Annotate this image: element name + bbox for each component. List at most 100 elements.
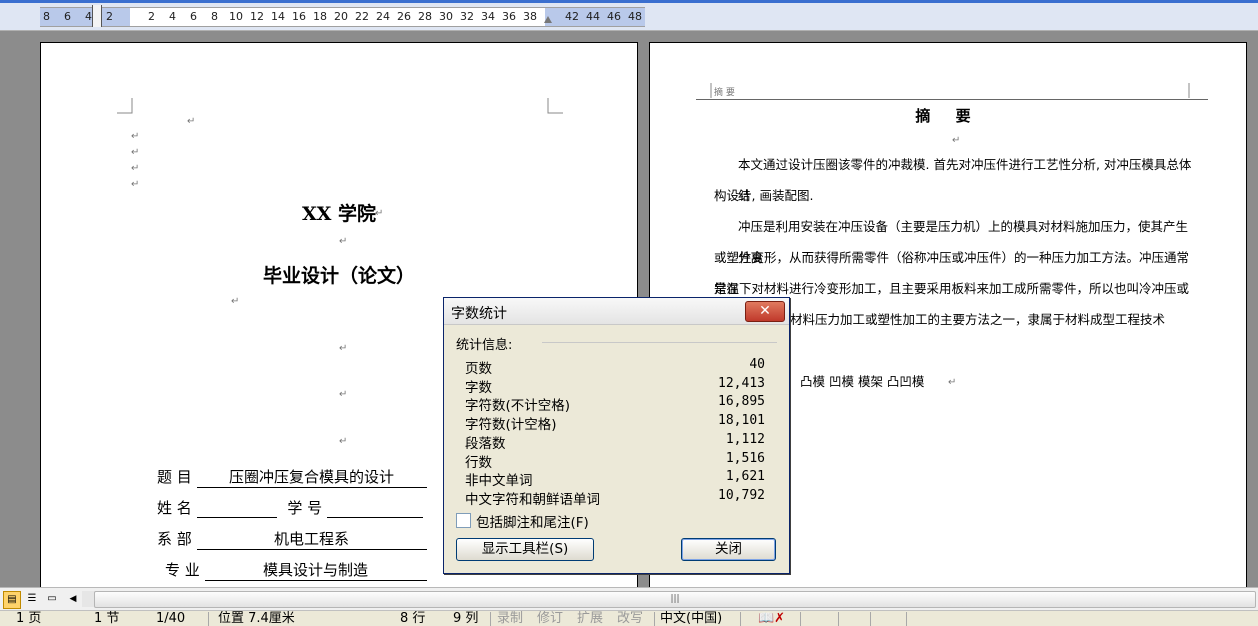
status-record[interactable]: 录制 xyxy=(497,611,523,626)
stat-row: 段落数 1,112 xyxy=(465,432,765,452)
paragraph-mark: ↵ xyxy=(952,135,961,146)
status-page-of[interactable]: 1/40 xyxy=(156,611,185,626)
ruler-tick-label: 22 xyxy=(355,10,369,23)
ruler-tick-label: 2 xyxy=(148,10,155,23)
stat-value: 16,895 xyxy=(718,394,765,409)
paragraph-mark: ↵ xyxy=(339,343,348,354)
ruler-tick-label: 42 xyxy=(565,10,579,23)
stat-label: 字符数(计空格) xyxy=(465,417,557,433)
close-button[interactable]: 关闭 xyxy=(681,538,776,561)
student-id-value xyxy=(326,499,423,518)
word-count-dialog[interactable]: 字数统计 ✕ 统计信息: 页数 40 字数 12,413 字符数(不计空格) 1… xyxy=(443,297,790,574)
stat-row: 字符数(不计空格) 16,895 xyxy=(465,394,765,414)
stat-label: 行数 xyxy=(465,455,492,471)
horizontal-ruler[interactable]: 8 6 4 2 2 4 6 8 10 12 14 16 18 20 22 24 … xyxy=(0,0,1258,31)
dialog-title: 字数统计 xyxy=(451,306,507,322)
ruler-tick-label: 14 xyxy=(271,10,285,23)
dialog-titlebar[interactable]: 字数统计 ✕ xyxy=(444,298,789,325)
status-column[interactable]: 9 列 xyxy=(453,611,478,626)
name-value xyxy=(196,499,277,518)
stat-value: 18,101 xyxy=(718,413,765,428)
ruler-tick-label: 12 xyxy=(250,10,264,23)
margin-corner-mark xyxy=(547,98,563,114)
name-label: 姓 名 xyxy=(157,499,192,517)
section-divider xyxy=(542,342,777,343)
dept-label: 系 部 xyxy=(157,530,192,548)
status-track-changes[interactable]: 修订 xyxy=(537,611,563,626)
student-id-label: 学 号 xyxy=(287,499,323,517)
ruler-tick-label: 10 xyxy=(229,10,243,23)
paragraph-mark: ↵ xyxy=(131,179,140,190)
right-indent-marker[interactable] xyxy=(544,16,552,23)
ruler-tick-label: 4 xyxy=(169,10,176,23)
ruler-tick-label: 8 xyxy=(43,10,50,23)
ruler-tick-label: 30 xyxy=(439,10,453,23)
stat-row: 字符数(计空格) 18,101 xyxy=(465,413,765,433)
ruler-tick-label: 28 xyxy=(418,10,432,23)
paragraph-mark: ↵ xyxy=(948,377,957,388)
outline-view-icon[interactable]: ☰ xyxy=(24,591,40,607)
status-overtype[interactable]: 改写 xyxy=(617,611,643,626)
horizontal-scrollbar-thumb[interactable]: ||| xyxy=(94,591,1256,608)
page-header-text: 摘 要 xyxy=(714,88,735,98)
stat-row: 中文字符和朝鲜语单词 10,792 xyxy=(465,488,765,508)
dialog-close-icon[interactable]: ✕ xyxy=(745,301,785,322)
abstract-title: 摘 要 xyxy=(915,107,981,125)
stat-value: 1,112 xyxy=(725,432,765,447)
include-footnotes-label[interactable]: 包括脚注和尾注(F) xyxy=(476,511,589,531)
keywords-line: 凸模 凹模 模架 凸凹模 xyxy=(800,374,925,389)
stat-label: 字数 xyxy=(465,380,492,396)
status-divider xyxy=(870,612,871,626)
show-toolbar-button[interactable]: 显示工具栏(S) xyxy=(456,538,594,561)
abstract-line: 材料压力加工或塑性加工的主要方法之一，隶属于材料成型工程技术 xyxy=(790,312,1166,327)
abstract-line: 构设计, 画装配图. xyxy=(714,188,814,203)
status-section[interactable]: 1 节 xyxy=(94,611,119,626)
stat-label: 字符数(不计空格) xyxy=(465,398,571,414)
paragraph-mark: ↵ xyxy=(131,147,140,158)
stat-value: 1,621 xyxy=(725,469,765,484)
normal-view-icon[interactable]: ▤ xyxy=(3,591,21,609)
margin-corner-mark xyxy=(117,98,133,114)
paragraph-mark: ↵ xyxy=(339,389,348,400)
status-divider xyxy=(906,612,907,626)
ruler-tick-label: 4 xyxy=(85,10,92,23)
stat-label: 非中文单词 xyxy=(465,473,533,489)
field-name: 姓 名 学 号 xyxy=(157,497,423,518)
stat-label: 段落数 xyxy=(465,436,506,452)
field-major: 专 业 模具设计与制造 xyxy=(165,559,427,581)
paragraph-mark: ↵ xyxy=(375,208,384,219)
status-bar: 1 页 1 节 1/40 位置 7.4厘米 8 行 9 列 录制 修订 扩展 改… xyxy=(0,610,1258,626)
field-topic: 题 目 压圈冲压复合模具的设计 xyxy=(157,466,427,488)
major-label: 专 业 xyxy=(165,561,200,579)
ruler-tick-label: 44 xyxy=(586,10,600,23)
major-value: 模具设计与制造 xyxy=(204,559,427,581)
ruler-tick-label: 2 xyxy=(106,10,113,23)
spelling-check-icon[interactable]: 📖✗ xyxy=(758,611,785,626)
ruler-tick-label: 18 xyxy=(313,10,327,23)
include-footnotes-checkbox[interactable] xyxy=(456,513,471,528)
dept-value: 机电工程系 xyxy=(196,528,427,550)
status-line[interactable]: 8 行 xyxy=(400,611,425,626)
reading-view-icon[interactable]: ▭ xyxy=(44,591,60,607)
status-divider xyxy=(654,612,655,626)
status-position[interactable]: 位置 7.4厘米 xyxy=(218,611,295,626)
stat-value: 10,792 xyxy=(718,488,765,503)
header-rule xyxy=(696,99,1208,100)
scroll-left-icon[interactable]: ◀ xyxy=(66,591,80,607)
ruler-tick-label: 16 xyxy=(292,10,306,23)
ruler-tick-label: 26 xyxy=(397,10,411,23)
paragraph-mark: ↵ xyxy=(231,296,240,307)
status-page[interactable]: 1 页 xyxy=(16,611,41,626)
first-line-indent-marker[interactable] xyxy=(92,5,102,27)
paragraph-mark: ↵ xyxy=(339,236,348,247)
stat-value: 40 xyxy=(749,357,765,372)
ruler-tick-label: 36 xyxy=(502,10,516,23)
status-language[interactable]: 中文(中国) xyxy=(660,611,722,626)
stat-row: 页数 40 xyxy=(465,357,765,377)
stat-label: 中文字符和朝鲜语单词 xyxy=(465,492,600,508)
margin-corner-mark xyxy=(710,83,712,98)
status-extend[interactable]: 扩展 xyxy=(577,611,603,626)
ruler-top-bar xyxy=(0,0,1258,3)
paragraph-mark: ↵ xyxy=(187,116,196,127)
paragraph-mark: ↵ xyxy=(339,436,348,447)
